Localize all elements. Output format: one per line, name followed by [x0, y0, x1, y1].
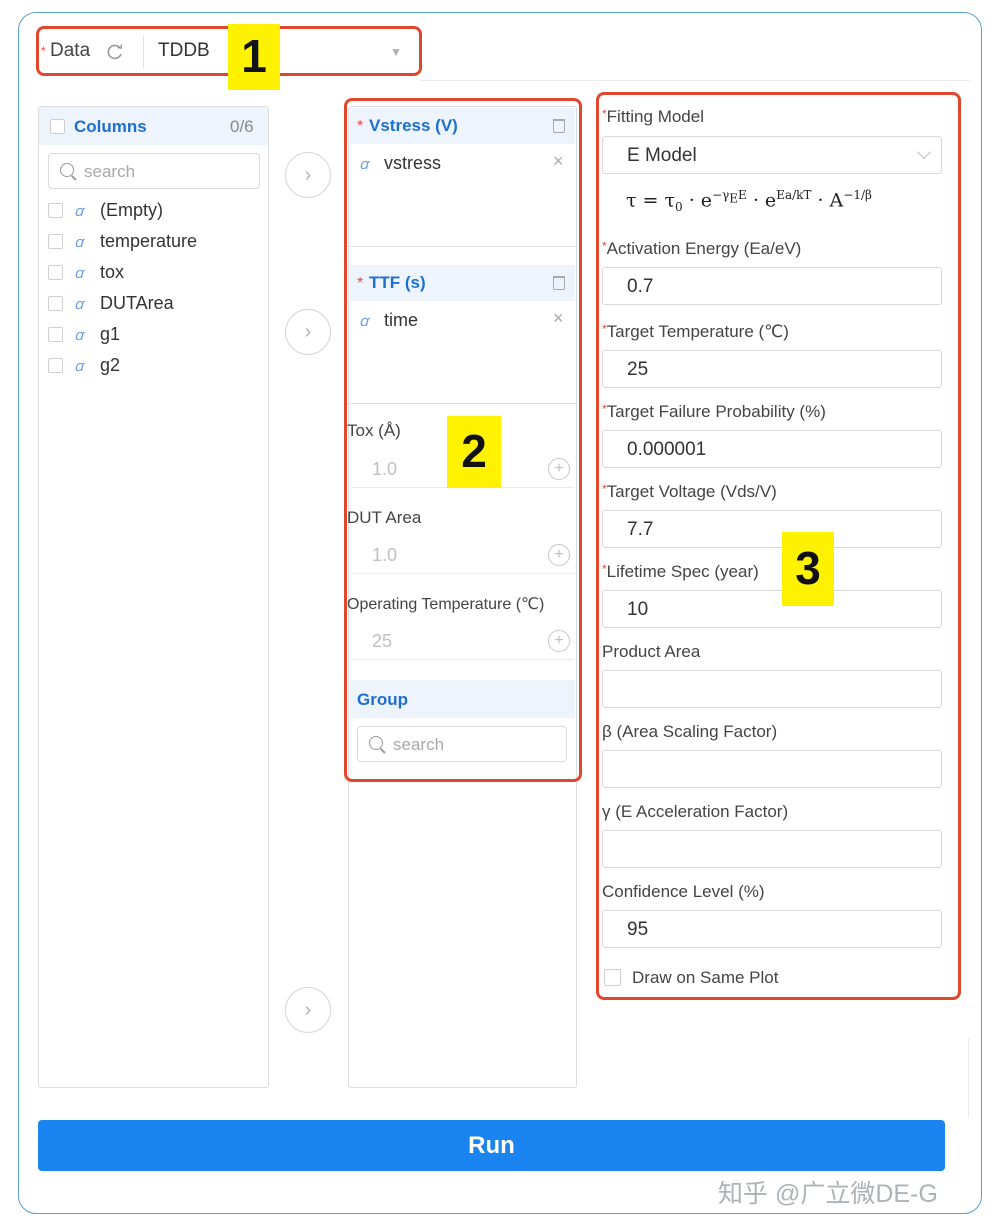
list-item[interactable]: ꭤ tox — [48, 262, 263, 288]
highlight-box-3 — [596, 92, 961, 1000]
divider — [420, 80, 970, 81]
move-to-ttf-button[interactable]: › — [285, 309, 331, 355]
list-item-label: (Empty) — [100, 200, 163, 220]
columns-search-input[interactable]: search — [48, 153, 260, 189]
list-item[interactable]: ꭤ g1 — [48, 324, 263, 350]
text-field-icon: ꭤ — [74, 265, 84, 282]
search-icon — [60, 163, 74, 177]
divider — [968, 1038, 969, 1118]
text-field-icon: ꭤ — [74, 234, 84, 251]
text-field-icon: ꭤ — [74, 296, 84, 313]
list-item[interactable]: ꭤ (Empty) — [48, 200, 263, 226]
callout-3: 3 — [782, 532, 834, 606]
list-item-checkbox[interactable] — [48, 358, 63, 373]
watermark: 知乎 @广立微DE-G — [718, 1180, 938, 1208]
list-item[interactable]: ꭤ DUTArea — [48, 293, 263, 319]
list-item-label: tox — [100, 262, 125, 282]
search-placeholder: search — [84, 162, 136, 181]
move-to-group-button[interactable]: › — [285, 987, 331, 1033]
run-button[interactable]: Run — [38, 1120, 945, 1171]
move-to-vstress-button[interactable]: › — [285, 152, 331, 198]
select-all-checkbox[interactable] — [50, 119, 65, 134]
list-item-checkbox[interactable] — [48, 234, 63, 249]
list-item-checkbox[interactable] — [48, 327, 63, 342]
callout-2: 2 — [447, 416, 501, 488]
list-item-checkbox[interactable] — [48, 203, 63, 218]
columns-title: Columns — [74, 117, 147, 136]
list-item-label: DUTArea — [100, 293, 174, 313]
list-item-label: g2 — [100, 355, 121, 375]
text-field-icon: ꭤ — [74, 327, 84, 344]
list-item[interactable]: ꭤ g2 — [48, 355, 263, 381]
columns-count: 0/6 — [230, 117, 254, 136]
callout-1: 1 — [228, 24, 280, 90]
list-item-checkbox[interactable] — [48, 296, 63, 311]
list-item-checkbox[interactable] — [48, 265, 63, 280]
list-item-label: temperature — [100, 231, 198, 251]
text-field-icon: ꭤ — [74, 358, 84, 375]
list-item-label: g1 — [100, 324, 121, 344]
list-item[interactable]: ꭤ temperature — [48, 231, 263, 257]
text-field-icon: ꭤ — [74, 203, 84, 220]
